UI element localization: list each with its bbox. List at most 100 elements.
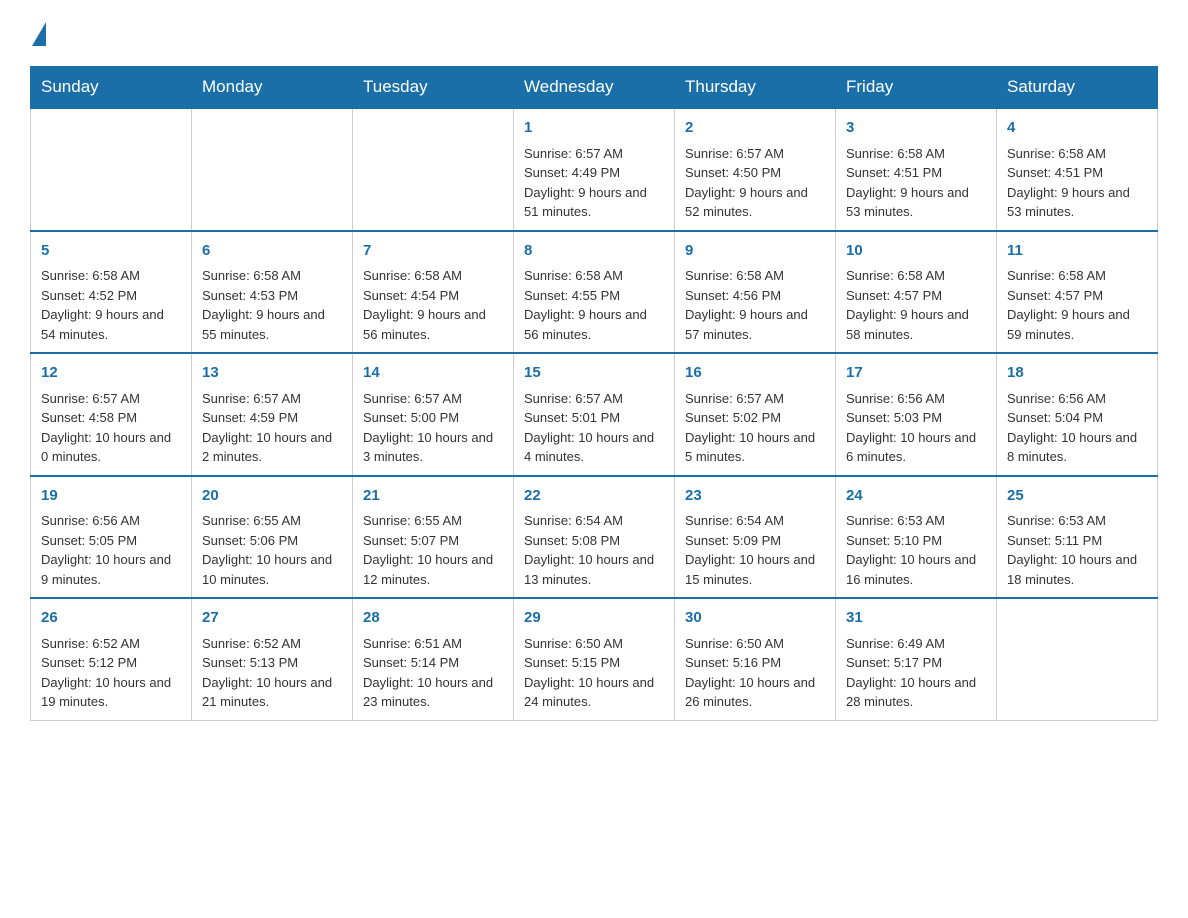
day-of-week-header: Friday xyxy=(836,67,997,109)
day-info: Sunset: 4:59 PM xyxy=(202,408,342,428)
day-info: Sunset: 5:12 PM xyxy=(41,653,181,673)
day-number: 6 xyxy=(202,240,342,263)
day-info: Daylight: 9 hours and 55 minutes. xyxy=(202,305,342,344)
logo xyxy=(30,20,46,46)
day-number: 14 xyxy=(363,362,503,385)
calendar-cell: 9Sunrise: 6:58 AMSunset: 4:56 PMDaylight… xyxy=(675,231,836,354)
day-number: 31 xyxy=(846,607,986,630)
day-of-week-header: Tuesday xyxy=(353,67,514,109)
day-of-week-header: Wednesday xyxy=(514,67,675,109)
calendar-cell: 8Sunrise: 6:58 AMSunset: 4:55 PMDaylight… xyxy=(514,231,675,354)
day-info: Daylight: 10 hours and 13 minutes. xyxy=(524,550,664,589)
day-number: 24 xyxy=(846,485,986,508)
day-number: 16 xyxy=(685,362,825,385)
day-info: Sunset: 5:00 PM xyxy=(363,408,503,428)
day-info: Daylight: 10 hours and 10 minutes. xyxy=(202,550,342,589)
day-info: Sunrise: 6:57 AM xyxy=(685,144,825,164)
day-info: Sunrise: 6:57 AM xyxy=(524,389,664,409)
day-info: Daylight: 10 hours and 21 minutes. xyxy=(202,673,342,712)
calendar-cell: 30Sunrise: 6:50 AMSunset: 5:16 PMDayligh… xyxy=(675,598,836,720)
calendar-cell: 19Sunrise: 6:56 AMSunset: 5:05 PMDayligh… xyxy=(31,476,192,599)
day-info: Sunset: 4:51 PM xyxy=(846,163,986,183)
calendar-table: SundayMondayTuesdayWednesdayThursdayFrid… xyxy=(30,66,1158,721)
day-of-week-header: Sunday xyxy=(31,67,192,109)
day-info: Sunset: 5:08 PM xyxy=(524,531,664,551)
calendar-cell: 29Sunrise: 6:50 AMSunset: 5:15 PMDayligh… xyxy=(514,598,675,720)
day-info: Daylight: 9 hours and 53 minutes. xyxy=(846,183,986,222)
day-info: Sunrise: 6:56 AM xyxy=(41,511,181,531)
day-number: 9 xyxy=(685,240,825,263)
day-info: Sunrise: 6:55 AM xyxy=(363,511,503,531)
day-number: 25 xyxy=(1007,485,1147,508)
day-info: Sunrise: 6:58 AM xyxy=(846,144,986,164)
day-info: Daylight: 10 hours and 4 minutes. xyxy=(524,428,664,467)
day-info: Sunset: 5:17 PM xyxy=(846,653,986,673)
day-number: 26 xyxy=(41,607,181,630)
calendar-cell: 28Sunrise: 6:51 AMSunset: 5:14 PMDayligh… xyxy=(353,598,514,720)
day-info: Daylight: 10 hours and 9 minutes. xyxy=(41,550,181,589)
day-number: 7 xyxy=(363,240,503,263)
day-info: Sunset: 5:11 PM xyxy=(1007,531,1147,551)
day-number: 12 xyxy=(41,362,181,385)
day-info: Sunrise: 6:50 AM xyxy=(685,634,825,654)
day-info: Sunset: 4:53 PM xyxy=(202,286,342,306)
day-info: Daylight: 10 hours and 23 minutes. xyxy=(363,673,503,712)
calendar-cell: 15Sunrise: 6:57 AMSunset: 5:01 PMDayligh… xyxy=(514,353,675,476)
day-info: Sunset: 5:03 PM xyxy=(846,408,986,428)
calendar-cell xyxy=(353,108,514,231)
day-number: 27 xyxy=(202,607,342,630)
calendar-cell xyxy=(31,108,192,231)
calendar-cell: 24Sunrise: 6:53 AMSunset: 5:10 PMDayligh… xyxy=(836,476,997,599)
day-info: Daylight: 10 hours and 8 minutes. xyxy=(1007,428,1147,467)
day-info: Sunrise: 6:53 AM xyxy=(1007,511,1147,531)
day-info: Sunrise: 6:53 AM xyxy=(846,511,986,531)
day-info: Daylight: 9 hours and 51 minutes. xyxy=(524,183,664,222)
day-info: Sunset: 4:54 PM xyxy=(363,286,503,306)
day-number: 21 xyxy=(363,485,503,508)
day-info: Sunrise: 6:57 AM xyxy=(363,389,503,409)
calendar-cell: 27Sunrise: 6:52 AMSunset: 5:13 PMDayligh… xyxy=(192,598,353,720)
week-row: 12Sunrise: 6:57 AMSunset: 4:58 PMDayligh… xyxy=(31,353,1158,476)
day-info: Sunrise: 6:55 AM xyxy=(202,511,342,531)
calendar-cell: 25 Sunrise: 6:53 AMSunset: 5:11 PMDayligh… xyxy=(997,476,1158,599)
day-info: Sunrise: 6:58 AM xyxy=(524,266,664,286)
day-info: Daylight: 9 hours and 59 minutes. xyxy=(1007,305,1147,344)
calendar-cell: 6Sunrise: 6:58 AMSunset: 4:53 PMDaylight… xyxy=(192,231,353,354)
day-info: Sunrise: 6:58 AM xyxy=(41,266,181,286)
day-number: 4 xyxy=(1007,117,1147,140)
day-info: Sunset: 5:07 PM xyxy=(363,531,503,551)
calendar-cell xyxy=(192,108,353,231)
calendar-cell: 23Sunrise: 6:54 AMSunset: 5:09 PMDayligh… xyxy=(675,476,836,599)
calendar-cell: 12Sunrise: 6:57 AMSunset: 4:58 PMDayligh… xyxy=(31,353,192,476)
calendar-cell: 21 Sunrise: 6:55 AMSunset: 5:07 PMDayligh… xyxy=(353,476,514,599)
day-info: Daylight: 10 hours and 12 minutes. xyxy=(363,550,503,589)
day-info: Daylight: 10 hours and 18 minutes. xyxy=(1007,550,1147,589)
day-info: Sunset: 4:56 PM xyxy=(685,286,825,306)
calendar-cell: 3Sunrise: 6:58 AMSunset: 4:51 PMDaylight… xyxy=(836,108,997,231)
calendar-cell xyxy=(997,598,1158,720)
day-info: Daylight: 10 hours and 2 minutes. xyxy=(202,428,342,467)
day-info: Daylight: 9 hours and 54 minutes. xyxy=(41,305,181,344)
calendar-cell: 7Sunrise: 6:58 AMSunset: 4:54 PMDaylight… xyxy=(353,231,514,354)
day-info: Sunset: 4:52 PM xyxy=(41,286,181,306)
calendar-cell: 16Sunrise: 6:57 AMSunset: 5:02 PMDayligh… xyxy=(675,353,836,476)
day-info: Daylight: 9 hours and 58 minutes. xyxy=(846,305,986,344)
page-header xyxy=(30,20,1158,46)
day-info: Sunrise: 6:52 AM xyxy=(41,634,181,654)
day-info: Sunset: 5:15 PM xyxy=(524,653,664,673)
day-info: Daylight: 9 hours and 56 minutes. xyxy=(363,305,503,344)
day-number: 28 xyxy=(363,607,503,630)
week-row: 5Sunrise: 6:58 AMSunset: 4:52 PMDaylight… xyxy=(31,231,1158,354)
day-info: Sunrise: 6:58 AM xyxy=(846,266,986,286)
calendar-cell: 26Sunrise: 6:52 AMSunset: 5:12 PMDayligh… xyxy=(31,598,192,720)
day-info: Sunset: 5:04 PM xyxy=(1007,408,1147,428)
day-info: Daylight: 10 hours and 16 minutes. xyxy=(846,550,986,589)
day-info: Sunrise: 6:58 AM xyxy=(685,266,825,286)
day-info: Sunrise: 6:58 AM xyxy=(1007,144,1147,164)
day-info: Sunrise: 6:49 AM xyxy=(846,634,986,654)
day-info: Sunrise: 6:58 AM xyxy=(1007,266,1147,286)
day-info: Sunset: 4:57 PM xyxy=(1007,286,1147,306)
calendar-cell: 31Sunrise: 6:49 AMSunset: 5:17 PMDayligh… xyxy=(836,598,997,720)
day-number: 15 xyxy=(524,362,664,385)
calendar-cell: 14Sunrise: 6:57 AMSunset: 5:00 PMDayligh… xyxy=(353,353,514,476)
